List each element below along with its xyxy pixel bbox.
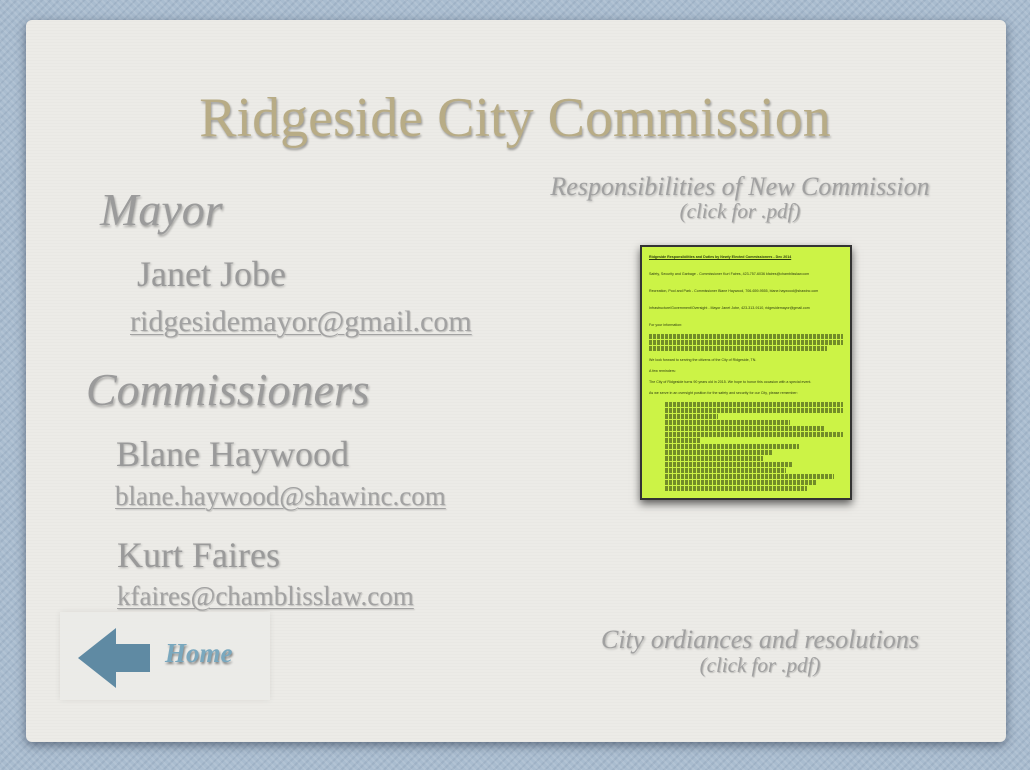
back-arrow-shape — [78, 628, 150, 688]
commissioner-name-1: Blane Haywood — [116, 434, 349, 474]
mayor-name: Janet Jobe — [137, 254, 286, 294]
back-arrow-icon[interactable] — [78, 628, 168, 688]
responsibilities-pdf-thumbnail[interactable]: Ridgeside Responsibilities and Duties by… — [640, 245, 852, 500]
home-link[interactable]: Home — [165, 638, 233, 669]
ordinances-link[interactable]: City ordiances and resolutions (click fo… — [580, 625, 940, 678]
commissioners-heading: Commissioners — [86, 364, 370, 415]
responsibilities-link[interactable]: Responsibilities of New Commission (clic… — [530, 172, 950, 224]
responsibilities-caption: Responsibilities of New Commission — [550, 172, 930, 201]
ordinances-sub: (click for .pdf) — [699, 653, 821, 677]
mayor-heading: Mayor — [100, 184, 223, 235]
ordinances-caption: City ordiances and resolutions — [600, 625, 919, 654]
commissioner-name-2: Kurt Faires — [117, 535, 280, 575]
commissioner-email-link-1[interactable]: blane.haywood@shawinc.com — [115, 481, 446, 512]
page-title: Ridgeside City Commission — [199, 87, 831, 149]
doc-line-3: Recreation, Pool and Park - Commissioner… — [649, 289, 819, 293]
mayor-email-link[interactable]: ridgesidemayor@gmail.com — [130, 305, 472, 339]
commissioner-email-link-2[interactable]: kfaires@chamblisslaw.com — [117, 581, 414, 612]
responsibilities-sub: (click for .pdf) — [679, 199, 801, 223]
